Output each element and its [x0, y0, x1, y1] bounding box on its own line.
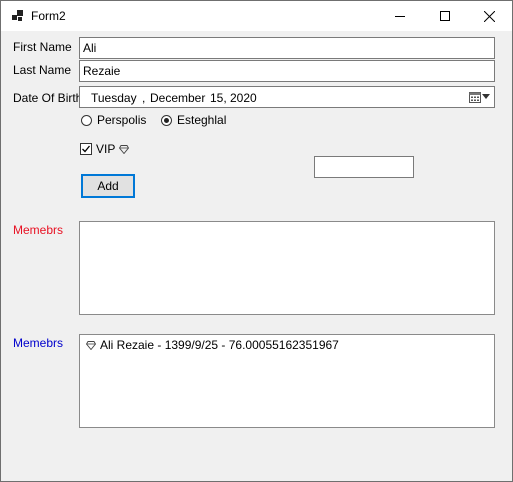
members-label-bottom: Memebrs	[13, 336, 64, 350]
dob-weekday[interactable]: Tuesday	[91, 91, 137, 105]
window-title: Form2	[31, 9, 66, 23]
dob-separator: ,	[142, 91, 146, 105]
date-of-birth-picker[interactable]: Tuesday , December 15, 2020	[79, 86, 495, 108]
last-name-input[interactable]	[80, 61, 494, 81]
radio-esteghlal[interactable]: Esteghlal	[161, 113, 226, 127]
dob-year[interactable]: 2020	[230, 91, 257, 105]
dob-month[interactable]: December	[150, 91, 205, 105]
radio-esteghlal-circle[interactable]	[161, 114, 172, 126]
radio-perspolis[interactable]: Perspolis	[81, 113, 146, 127]
form2-window: Form2 First Name Last Name Date Of Birth…	[0, 0, 513, 482]
members-listbox-top[interactable]	[79, 221, 495, 315]
app-icon	[12, 10, 23, 21]
maximize-button[interactable]	[422, 1, 467, 31]
dob-day[interactable]: 15,	[210, 91, 227, 105]
last-name-label: Last Name	[13, 63, 72, 77]
radio-esteghlal-label: Esteghlal	[177, 113, 227, 127]
last-name-field[interactable]	[79, 60, 495, 82]
vip-checkbox-box[interactable]	[80, 143, 92, 155]
dropdown-arrow-icon[interactable]	[482, 94, 490, 99]
calendar-icon[interactable]	[469, 91, 481, 103]
close-icon	[484, 10, 495, 22]
maximize-icon	[439, 11, 450, 21]
members-label-top: Memebrs	[13, 223, 64, 237]
minimize-icon	[394, 16, 405, 17]
add-button[interactable]: Add	[81, 174, 135, 198]
checkmark-icon	[82, 145, 91, 153]
vip-checkbox[interactable]: VIP	[80, 142, 130, 156]
dob-label: Date Of Birth	[13, 91, 83, 105]
minimize-button[interactable]	[377, 1, 422, 31]
diamond-icon	[86, 340, 96, 350]
extra-input-field[interactable]	[314, 156, 414, 178]
first-name-label: First Name	[13, 40, 72, 54]
members-listbox-bottom[interactable]: Ali Rezaie - 1399/9/25 - 76.000551623519…	[79, 334, 495, 428]
list-item[interactable]: Ali Rezaie - 1399/9/25 - 76.000551623519…	[86, 338, 339, 352]
first-name-field[interactable]	[79, 37, 495, 59]
first-name-input[interactable]	[80, 38, 494, 58]
close-button[interactable]	[467, 1, 512, 31]
radio-perspolis-circle[interactable]	[81, 114, 92, 126]
radio-perspolis-label: Perspolis	[97, 113, 147, 127]
extra-input[interactable]	[315, 157, 413, 177]
vip-label: VIP	[96, 142, 116, 156]
title-bar: Form2	[1, 1, 512, 31]
diamond-icon	[119, 144, 130, 154]
list-item-text: Ali Rezaie - 1399/9/25 - 76.000551623519…	[100, 338, 339, 352]
